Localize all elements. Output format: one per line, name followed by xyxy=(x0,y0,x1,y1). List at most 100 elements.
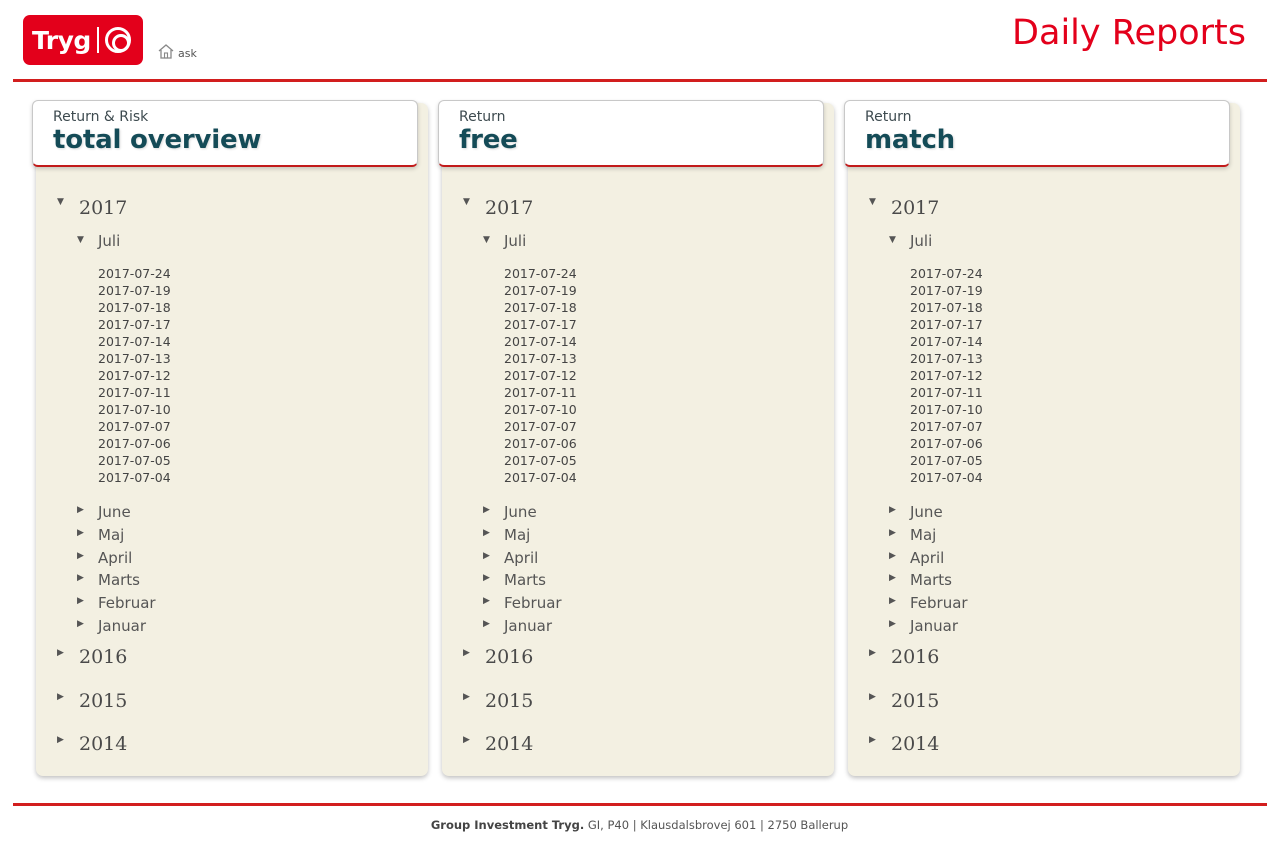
year-item[interactable]: 2014 xyxy=(891,733,939,755)
home-link[interactable]: ask xyxy=(157,43,197,60)
report-date-link[interactable]: 2017-07-19 xyxy=(98,283,171,299)
year-item[interactable]: 2016 xyxy=(891,646,939,668)
expanded-arrow-icon[interactable]: ▼ xyxy=(463,197,470,207)
year-item[interactable]: 2017 xyxy=(891,197,939,219)
month-item[interactable]: Juli xyxy=(910,232,932,250)
collapsed-arrow-icon[interactable]: ▶ xyxy=(483,528,490,538)
report-date-link[interactable]: 2017-07-05 xyxy=(504,453,577,469)
collapsed-arrow-icon[interactable]: ▶ xyxy=(869,648,876,658)
year-item[interactable]: 2014 xyxy=(79,733,127,755)
report-date-link[interactable]: 2017-07-17 xyxy=(98,317,171,333)
year-item[interactable]: 2015 xyxy=(891,690,939,712)
year-item[interactable]: 2016 xyxy=(485,646,533,668)
report-date-link[interactable]: 2017-07-12 xyxy=(910,368,983,384)
report-date-link[interactable]: 2017-07-06 xyxy=(504,436,577,452)
collapsed-arrow-icon[interactable]: ▶ xyxy=(869,735,876,745)
month-item[interactable]: Maj xyxy=(504,526,530,544)
month-item[interactable]: Februar xyxy=(504,594,562,612)
collapsed-arrow-icon[interactable]: ▶ xyxy=(889,619,896,629)
report-date-link[interactable]: 2017-07-14 xyxy=(98,334,171,350)
report-date-link[interactable]: 2017-07-24 xyxy=(910,266,983,282)
month-item[interactable]: Juli xyxy=(98,232,120,250)
report-date-link[interactable]: 2017-07-24 xyxy=(98,266,171,282)
expanded-arrow-icon[interactable]: ▼ xyxy=(483,235,490,245)
collapsed-arrow-icon[interactable]: ▶ xyxy=(483,596,490,606)
collapsed-arrow-icon[interactable]: ▶ xyxy=(483,619,490,629)
month-item[interactable]: Januar xyxy=(910,617,958,635)
collapsed-arrow-icon[interactable]: ▶ xyxy=(889,596,896,606)
report-date-link[interactable]: 2017-07-11 xyxy=(98,385,171,401)
collapsed-arrow-icon[interactable]: ▶ xyxy=(57,735,64,745)
collapsed-arrow-icon[interactable]: ▶ xyxy=(889,573,896,583)
report-date-link[interactable]: 2017-07-04 xyxy=(98,470,171,486)
collapsed-arrow-icon[interactable]: ▶ xyxy=(463,692,470,702)
collapsed-arrow-icon[interactable]: ▶ xyxy=(483,551,490,561)
report-date-link[interactable]: 2017-07-11 xyxy=(910,385,983,401)
report-date-link[interactable]: 2017-07-17 xyxy=(504,317,577,333)
month-item[interactable]: April xyxy=(504,549,538,567)
report-date-link[interactable]: 2017-07-13 xyxy=(910,351,983,367)
month-item[interactable]: Marts xyxy=(910,571,952,589)
collapsed-arrow-icon[interactable]: ▶ xyxy=(77,528,84,538)
month-item[interactable]: June xyxy=(910,503,943,521)
report-date-link[interactable]: 2017-07-24 xyxy=(504,266,577,282)
collapsed-arrow-icon[interactable]: ▶ xyxy=(869,692,876,702)
expanded-arrow-icon[interactable]: ▼ xyxy=(869,197,876,207)
expanded-arrow-icon[interactable]: ▼ xyxy=(77,235,84,245)
tryg-logo[interactable]: Tryg xyxy=(23,15,143,65)
report-date-link[interactable]: 2017-07-11 xyxy=(504,385,577,401)
year-item[interactable]: 2015 xyxy=(79,690,127,712)
report-date-link[interactable]: 2017-07-19 xyxy=(504,283,577,299)
collapsed-arrow-icon[interactable]: ▶ xyxy=(889,528,896,538)
year-item[interactable]: 2017 xyxy=(79,197,127,219)
report-date-link[interactable]: 2017-07-05 xyxy=(910,453,983,469)
collapsed-arrow-icon[interactable]: ▶ xyxy=(57,648,64,658)
report-date-link[interactable]: 2017-07-19 xyxy=(910,283,983,299)
collapsed-arrow-icon[interactable]: ▶ xyxy=(77,551,84,561)
month-item[interactable]: Februar xyxy=(910,594,968,612)
report-date-link[interactable]: 2017-07-05 xyxy=(98,453,171,469)
report-date-link[interactable]: 2017-07-12 xyxy=(504,368,577,384)
collapsed-arrow-icon[interactable]: ▶ xyxy=(77,619,84,629)
collapsed-arrow-icon[interactable]: ▶ xyxy=(77,573,84,583)
report-date-link[interactable]: 2017-07-04 xyxy=(910,470,983,486)
report-date-link[interactable]: 2017-07-06 xyxy=(98,436,171,452)
collapsed-arrow-icon[interactable]: ▶ xyxy=(463,648,470,658)
month-item[interactable]: Februar xyxy=(98,594,156,612)
expanded-arrow-icon[interactable]: ▼ xyxy=(889,235,896,245)
report-date-link[interactable]: 2017-07-07 xyxy=(504,419,577,435)
report-date-link[interactable]: 2017-07-10 xyxy=(98,402,171,418)
report-date-link[interactable]: 2017-07-18 xyxy=(98,300,171,316)
month-item[interactable]: Juli xyxy=(504,232,526,250)
month-item[interactable]: Marts xyxy=(504,571,546,589)
year-item[interactable]: 2017 xyxy=(485,197,533,219)
collapsed-arrow-icon[interactable]: ▶ xyxy=(483,573,490,583)
report-date-link[interactable]: 2017-07-14 xyxy=(910,334,983,350)
report-date-link[interactable]: 2017-07-07 xyxy=(98,419,171,435)
collapsed-arrow-icon[interactable]: ▶ xyxy=(57,692,64,702)
report-date-link[interactable]: 2017-07-13 xyxy=(504,351,577,367)
report-date-link[interactable]: 2017-07-04 xyxy=(504,470,577,486)
report-date-link[interactable]: 2017-07-18 xyxy=(504,300,577,316)
report-date-link[interactable]: 2017-07-17 xyxy=(910,317,983,333)
report-date-link[interactable]: 2017-07-06 xyxy=(910,436,983,452)
year-item[interactable]: 2014 xyxy=(485,733,533,755)
report-date-link[interactable]: 2017-07-10 xyxy=(504,402,577,418)
report-date-link[interactable]: 2017-07-12 xyxy=(98,368,171,384)
expanded-arrow-icon[interactable]: ▼ xyxy=(57,197,64,207)
month-item[interactable]: April xyxy=(98,549,132,567)
year-item[interactable]: 2016 xyxy=(79,646,127,668)
report-date-link[interactable]: 2017-07-18 xyxy=(910,300,983,316)
report-date-link[interactable]: 2017-07-13 xyxy=(98,351,171,367)
report-date-link[interactable]: 2017-07-10 xyxy=(910,402,983,418)
month-item[interactable]: June xyxy=(504,503,537,521)
collapsed-arrow-icon[interactable]: ▶ xyxy=(77,596,84,606)
month-item[interactable]: Maj xyxy=(98,526,124,544)
collapsed-arrow-icon[interactable]: ▶ xyxy=(889,551,896,561)
month-item[interactable]: June xyxy=(98,503,131,521)
month-item[interactable]: Maj xyxy=(910,526,936,544)
month-item[interactable]: Marts xyxy=(98,571,140,589)
report-date-link[interactable]: 2017-07-07 xyxy=(910,419,983,435)
collapsed-arrow-icon[interactable]: ▶ xyxy=(483,505,490,515)
month-item[interactable]: Januar xyxy=(98,617,146,635)
